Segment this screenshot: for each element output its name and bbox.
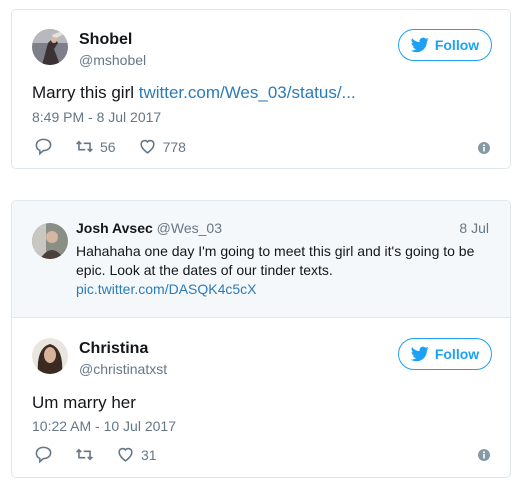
follow-button[interactable]: Follow	[398, 338, 492, 370]
tweet-actions: 31	[34, 445, 179, 464]
quoted-text-line2: epic. Look at the dates of our tinder te…	[76, 262, 333, 278]
quoted-tweet[interactable]: Josh Avsec @Wes_03 8 Jul Hahahaha one da…	[12, 201, 510, 318]
reply-icon	[35, 446, 52, 464]
twitter-bird-icon	[410, 346, 429, 362]
quoted-text: Hahahaha one day I'm going to meet this …	[76, 242, 496, 299]
reply-button[interactable]	[34, 445, 53, 464]
like-button[interactable]: 778	[138, 137, 186, 156]
author-name[interactable]: Christina	[79, 340, 148, 358]
info-icon[interactable]	[478, 449, 490, 461]
retweet-button[interactable]	[75, 445, 94, 464]
heart-icon	[118, 447, 133, 462]
timestamp[interactable]: 8:49 PM - 8 Jul 2017	[32, 109, 161, 125]
avatar[interactable]	[32, 29, 68, 65]
retweet-icon	[76, 140, 93, 153]
quoted-text-line1: Hahahaha one day I'm going to meet this …	[76, 243, 475, 259]
reply-button[interactable]	[34, 137, 53, 156]
reply-icon	[35, 138, 52, 156]
tweet-actions: 56 778	[34, 137, 208, 156]
tweet-text-body: Marry this girl	[32, 83, 139, 102]
retweet-count: 56	[100, 138, 116, 155]
tweet-card-christina: Josh Avsec @Wes_03 8 Jul Hahahaha one da…	[11, 200, 511, 478]
author-handle[interactable]: @mshobel	[79, 52, 146, 68]
quoted-date[interactable]: 8 Jul	[459, 220, 489, 236]
tweet-link[interactable]: twitter.com/Wes_03/status/...	[139, 83, 356, 102]
retweet-icon	[76, 448, 93, 461]
info-icon[interactable]	[478, 142, 490, 154]
twitter-bird-icon	[410, 37, 429, 53]
heart-icon	[139, 139, 155, 154]
author-name[interactable]: Shobel	[79, 31, 132, 49]
follow-label: Follow	[434, 346, 480, 362]
tweet-text: Marry this girl twitter.com/Wes_03/statu…	[32, 83, 356, 103]
tweet-text: Um marry her	[32, 393, 136, 412]
like-count: 31	[141, 446, 157, 463]
timestamp[interactable]: 10:22 AM - 10 Jul 2017	[32, 418, 176, 434]
quoted-avatar[interactable]	[32, 223, 68, 259]
author-handle[interactable]: @christinatxst	[79, 361, 167, 377]
quoted-author-name[interactable]: Josh Avsec	[76, 220, 153, 236]
like-button[interactable]: 31	[116, 445, 157, 464]
tweet-card-shobel: Shobel @mshobel Follow Marry this girl t…	[11, 9, 511, 169]
follow-label: Follow	[434, 37, 480, 53]
like-count: 778	[162, 138, 186, 155]
retweet-button[interactable]: 56	[75, 137, 116, 156]
quoted-author: Josh Avsec @Wes_03	[76, 220, 222, 236]
avatar[interactable]	[32, 338, 68, 374]
quoted-author-handle[interactable]: @Wes_03	[157, 220, 222, 236]
follow-button[interactable]: Follow	[398, 29, 492, 61]
quoted-link[interactable]: pic.twitter.com/DASQK4c5cX	[76, 281, 257, 297]
